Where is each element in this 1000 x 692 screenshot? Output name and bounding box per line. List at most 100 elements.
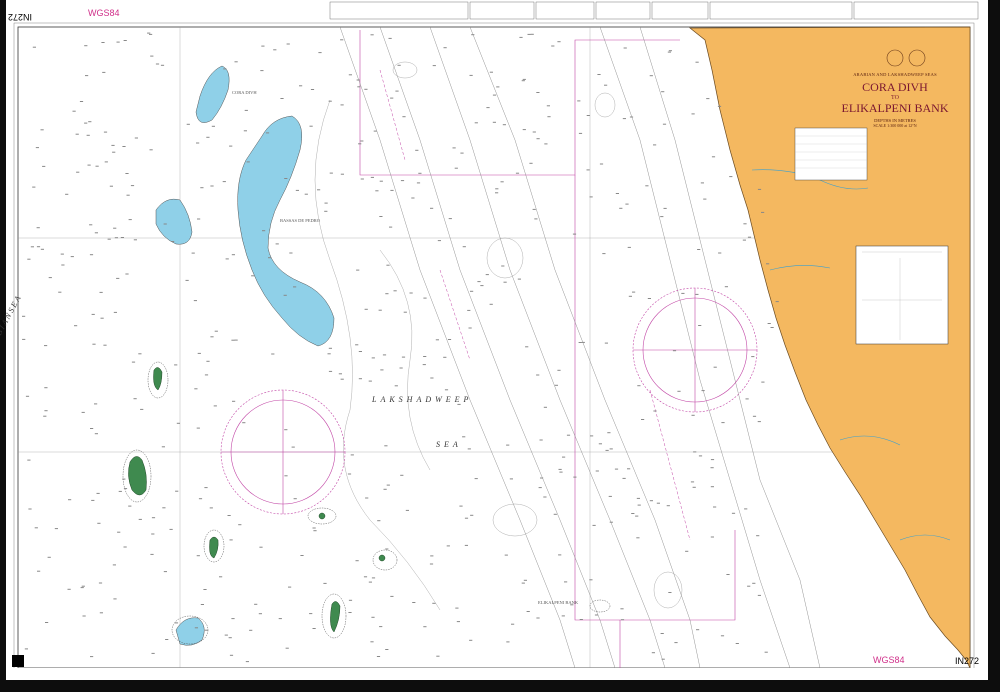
sounding-mark (123, 40, 127, 41)
sounding-mark (260, 70, 264, 72)
sounding-mark (718, 252, 722, 254)
datum-label-top: WGS84 (88, 8, 120, 18)
sounding-mark (385, 293, 389, 295)
sounding-mark (44, 387, 48, 389)
sounding-mark (147, 32, 151, 34)
sounding-mark (764, 651, 768, 653)
sounding-mark (313, 530, 317, 532)
sounding-mark (209, 507, 213, 509)
sounding-mark (365, 497, 369, 499)
sounding-mark (460, 152, 464, 154)
sounding-mark (462, 436, 466, 438)
sounding-mark (114, 237, 118, 239)
sounding-mark (379, 180, 383, 182)
sounding-mark (86, 134, 90, 136)
sounding-mark (667, 51, 671, 53)
sounding-mark (40, 129, 44, 131)
limit-lines (359, 30, 736, 668)
sounding-mark (118, 490, 122, 492)
sounding-mark (140, 408, 144, 410)
sounding-mark (623, 47, 627, 49)
sounding-mark (160, 64, 165, 66)
sounding-mark (598, 443, 602, 445)
sounding-mark (229, 539, 233, 541)
sounding-mark (348, 599, 353, 601)
sounding-mark (238, 524, 242, 526)
sounding-mark (557, 369, 561, 371)
sounding-mark (117, 531, 121, 533)
sounding-mark (85, 75, 89, 77)
sounding-mark (397, 64, 401, 66)
sounding-mark (629, 116, 634, 118)
sounding-mark (324, 210, 328, 212)
sounding-mark (234, 339, 238, 341)
sounding-mark (522, 129, 526, 131)
sounding-mark (92, 343, 96, 345)
sounding-mark (572, 233, 577, 235)
sounding-mark (169, 528, 173, 530)
sounding-mark (103, 131, 108, 133)
sounding-mark (651, 652, 655, 654)
sounding-mark (42, 165, 46, 167)
sounding-mark (775, 301, 779, 303)
sounding-mark (602, 253, 606, 255)
sounding-mark (198, 498, 203, 500)
sounding-mark (244, 109, 248, 111)
label-cora-divh: CORA DIVH (232, 90, 257, 95)
sounding-mark (412, 602, 416, 603)
sounding-mark (234, 61, 238, 63)
sounding-mark (355, 344, 359, 346)
sounding-mark (54, 528, 58, 530)
sounding-mark (340, 173, 344, 175)
sounding-mark (757, 188, 762, 190)
sounding-mark (265, 132, 270, 134)
sounding-mark (724, 286, 728, 288)
sounding-mark (681, 292, 685, 294)
sounding-mark (744, 508, 748, 510)
sounding-mark (76, 171, 80, 173)
sounding-mark (543, 496, 547, 498)
sounding-mark (328, 100, 332, 102)
sounding-mark (355, 560, 359, 562)
sounding-mark (536, 138, 540, 140)
sounding-mark (519, 36, 523, 38)
sounding-mark (443, 47, 447, 49)
sounding-mark (761, 381, 765, 383)
sounding-mark (275, 243, 279, 245)
sounding-mark (232, 400, 236, 402)
sounding-mark (98, 582, 103, 584)
sounding-mark (536, 374, 540, 376)
sounding-mark (210, 185, 214, 187)
sounding-mark (677, 390, 681, 392)
sounding-mark (293, 286, 297, 288)
sounding-mark (637, 504, 641, 506)
sounding-mark (368, 581, 372, 583)
sounding-mark (390, 97, 394, 99)
sounding-mark (668, 50, 672, 52)
sounding-mark (58, 291, 62, 293)
sounding-mark (87, 164, 91, 166)
sounding-mark (457, 403, 461, 405)
sounding-mark (163, 223, 167, 225)
sounding-mark (690, 481, 695, 483)
sounding-mark (743, 223, 747, 225)
sounding-mark (122, 478, 126, 480)
sounding-mark (340, 378, 344, 380)
sounding-mark (65, 193, 69, 195)
sounding-mark (521, 80, 525, 82)
sounding-mark (668, 592, 672, 593)
chart-title-block: ARABIAN AND LAKSHADWEEP SEAS CORA DIVH T… (834, 72, 956, 128)
sounding-mark (120, 237, 124, 238)
sounding-mark (379, 626, 383, 628)
sounding-mark (258, 613, 262, 615)
sounding-mark (437, 240, 441, 242)
sounding-mark (151, 652, 155, 654)
sounding-mark (430, 207, 434, 209)
header-info-boxes (329, 1, 979, 20)
sounding-mark (551, 45, 555, 47)
sounding-mark (116, 41, 120, 43)
sounding-mark (79, 101, 84, 102)
sounding-mark (288, 586, 292, 588)
sounding-mark (81, 585, 85, 587)
sounding-mark (324, 202, 328, 204)
